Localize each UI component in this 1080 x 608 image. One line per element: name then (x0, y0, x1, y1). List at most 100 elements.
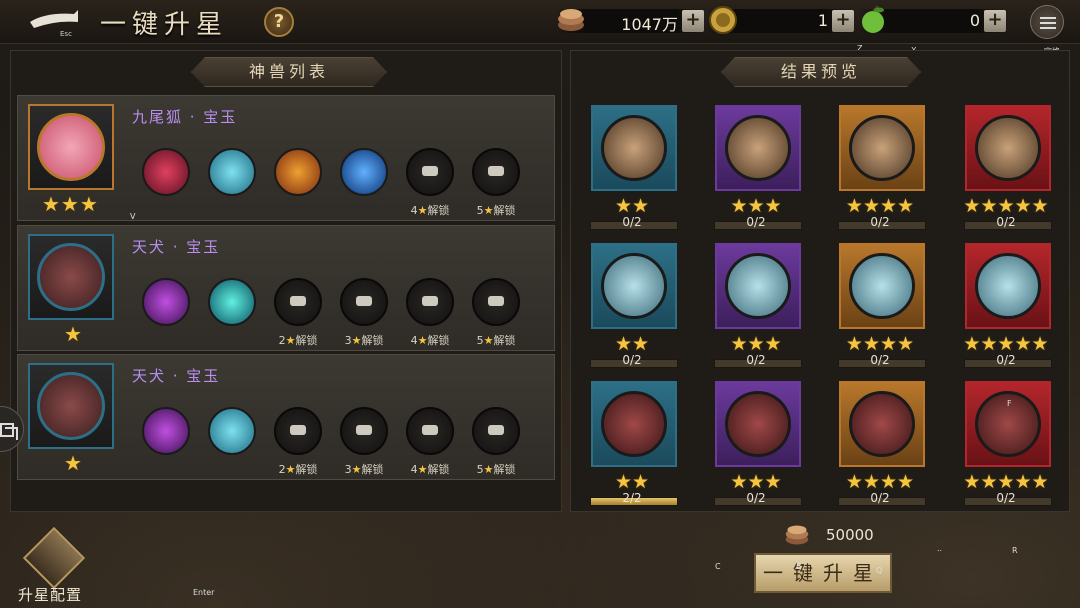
star-icon: ★ (417, 334, 428, 347)
result-cell[interactable]: ★★★ 0/2 (711, 243, 802, 373)
top-bar: Esc 一键升星 ? 1047万 + 1 + 0 + (0, 0, 1080, 44)
unlock-label: 解锁 (427, 204, 450, 217)
unlock-requirement: 4★解锁 (399, 332, 461, 348)
gold-add-button[interactable]: + (832, 10, 854, 32)
eagle-icon (849, 253, 915, 319)
result-frame (591, 243, 677, 329)
locked-skill-slot[interactable] (406, 278, 454, 326)
result-cell[interactable]: ★★★★★ 0/2 (961, 243, 1052, 373)
result-cell[interactable]: ★★ 0/2 (587, 105, 678, 235)
key-hint-c: C (715, 562, 721, 571)
unlock-requirement: 2★解锁 (267, 461, 329, 477)
result-cell[interactable]: ★★★ 0/2 (711, 105, 802, 235)
locked-skill-slot[interactable] (274, 278, 322, 326)
unlock-requirement: 5★解锁 (465, 461, 527, 477)
wolf-icon (849, 391, 915, 457)
result-stars: ★★ (614, 195, 650, 217)
result-frame (839, 105, 925, 191)
beast-card[interactable]: ★★★ V 九尾狐 · 宝玉 4★解锁 5★解锁 (17, 95, 555, 221)
unlock-label: 解锁 (295, 463, 318, 476)
fire-spear-icon[interactable] (274, 148, 322, 196)
gold-resource: 1 + (706, 6, 856, 34)
result-frame (715, 381, 801, 467)
locked-skill-slot[interactable] (472, 278, 520, 326)
blue-orb-icon[interactable] (340, 148, 388, 196)
page-title: 一键升星 (100, 10, 229, 40)
side-tab-icon (0, 423, 18, 440)
beast-card[interactable]: ★ 天犬 · 宝玉 2★解锁 3★解锁 4★解锁 5★解锁 (17, 225, 555, 351)
locked-skill-slot[interactable] (406, 407, 454, 455)
apple-value: 0 (969, 11, 980, 30)
unlock-requirement: 5★解锁 (465, 202, 527, 218)
cyan-swirl-icon[interactable] (208, 278, 256, 326)
star-icon: ★ (351, 463, 362, 476)
result-cell[interactable]: ★★★★ 0/2 (835, 105, 926, 235)
blade-up-icon[interactable] (208, 148, 256, 196)
coin-add-button[interactable]: + (682, 10, 704, 32)
result-frame (591, 105, 677, 191)
unlock-requirement: 2★解锁 (267, 332, 329, 348)
progress-count: 0/2 (870, 215, 890, 229)
locked-skill-slot[interactable] (340, 278, 388, 326)
result-cell[interactable]: ★★★★★ 0/2 F (961, 381, 1052, 511)
beast-avatar-icon (37, 113, 105, 181)
progress-count: 0/2 (870, 491, 890, 505)
result-stars: ★★★ (730, 333, 782, 355)
key-hint-dots: .. (937, 544, 943, 553)
result-cell[interactable]: ★★★★★ 0/2 (961, 105, 1052, 235)
beast-portrait[interactable] (28, 363, 114, 449)
result-stars: ★★★ (730, 471, 782, 493)
result-cell[interactable]: ★★★ 0/2 (711, 381, 802, 511)
apple-resource: 0 + (858, 5, 1008, 33)
result-cell[interactable]: ★★ 2/2 (587, 381, 678, 511)
result-frame (591, 381, 677, 467)
locked-skill-slot[interactable] (406, 148, 454, 196)
result-frame (839, 381, 925, 467)
menu-button[interactable] (1030, 5, 1064, 39)
progress-count: 0/2 (996, 491, 1016, 505)
gold-value: 1 (817, 11, 828, 30)
locked-skill-slot[interactable] (472, 148, 520, 196)
result-cell[interactable]: ★★★★ 0/2 (835, 381, 926, 511)
apple-add-button[interactable]: + (984, 10, 1006, 32)
unlock-star-count: 5 (476, 463, 484, 476)
eagle-icon (725, 253, 791, 319)
result-stars: ★★★ (730, 195, 782, 217)
help-button[interactable]: ? (264, 7, 294, 37)
result-stars: ★★★★★ (963, 471, 1049, 493)
locked-skill-slot[interactable] (274, 407, 322, 455)
beast-skill-icon[interactable] (142, 407, 190, 455)
beast-skill-icon[interactable] (142, 278, 190, 326)
cost-value: 50000 (826, 526, 874, 544)
beast-portrait[interactable] (28, 104, 114, 190)
eagle-icon (601, 253, 667, 319)
coin-resource: 1047万 + (556, 9, 706, 34)
star-icon: ★ (285, 334, 296, 347)
locked-skill-slot[interactable] (340, 407, 388, 455)
progress-count: 0/2 (746, 215, 766, 229)
beast-name: 天犬 · 宝玉 (132, 367, 221, 385)
beast-name: 九尾狐 · 宝玉 (132, 108, 238, 126)
progress-count: 0/2 (622, 215, 642, 229)
progress-count: 0/2 (996, 215, 1016, 229)
star-config-button[interactable]: 升星配置 (18, 526, 92, 608)
one-click-upgrade-button[interactable]: 一键升星 (754, 553, 892, 593)
unlock-requirement: 4★解锁 (399, 461, 461, 477)
beast-portrait[interactable] (28, 234, 114, 320)
beast-card[interactable]: ★ 天犬 · 宝玉 2★解锁 3★解锁 4★解锁 5★解锁 (17, 354, 555, 480)
unlock-star-count: 4 (410, 204, 418, 217)
fox-skill-icon[interactable] (142, 148, 190, 196)
unlock-star-count: 2 (278, 463, 286, 476)
result-cell[interactable]: ★★ 0/2 (587, 243, 678, 373)
beast-stars: ★ (64, 322, 83, 346)
eagle-icon (975, 253, 1041, 319)
result-frame (715, 105, 801, 191)
star-config-label: 升星配置 (18, 586, 83, 604)
result-cell[interactable]: ★★★★ 0/2 (835, 243, 926, 373)
progress-count: 2/2 (622, 491, 642, 505)
locked-skill-slot[interactable] (472, 407, 520, 455)
blade-up-icon[interactable] (208, 407, 256, 455)
back-button[interactable]: Esc (26, 8, 84, 38)
result-stars: ★★★★ (845, 471, 915, 493)
dragon-icon (849, 115, 915, 181)
